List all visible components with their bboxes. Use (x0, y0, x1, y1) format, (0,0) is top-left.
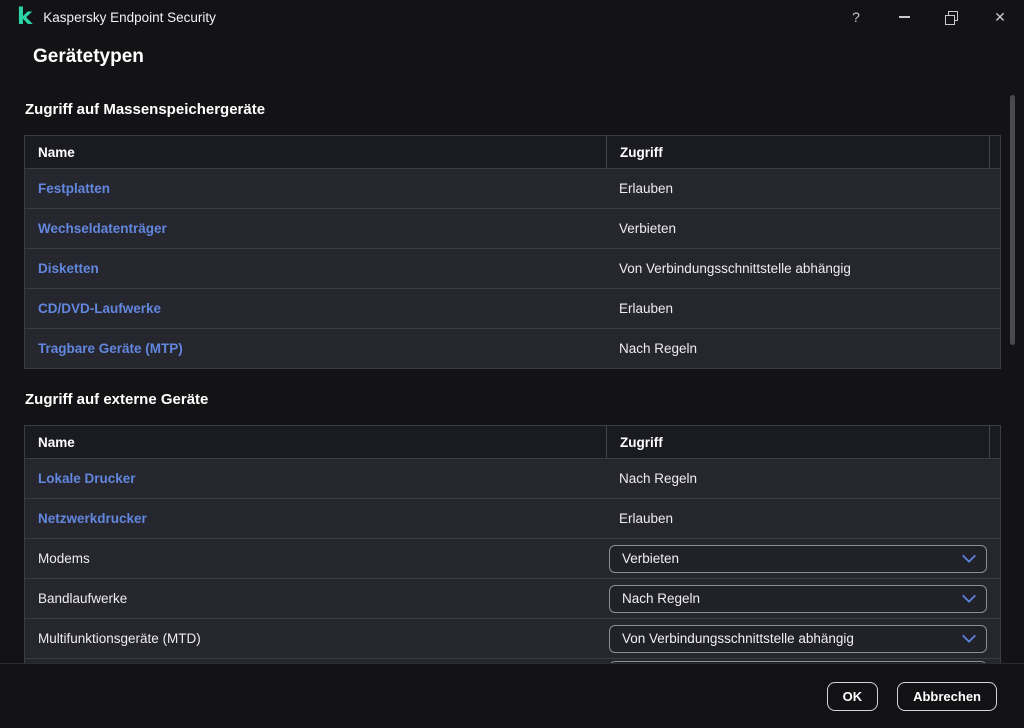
access-dropdown[interactable]: Von Verbindungsschnittstelle abhängig (609, 625, 987, 653)
section-heading-external-devices: Zugriff auf externe Geräte (25, 391, 208, 408)
app-title: Kaspersky Endpoint Security (43, 10, 216, 25)
external-devices-table: NameZugriff Lokale Drucker Nach Regeln Netz… (24, 425, 1001, 664)
help-button[interactable]: ? (832, 0, 880, 34)
device-name: Modems (38, 551, 90, 566)
table-row: Tragbare Geräte (MTP) Nach Regeln (25, 328, 1000, 368)
cancel-button[interactable]: Abbrechen (897, 682, 997, 711)
table-header: NameZugriff (25, 426, 1000, 459)
device-link[interactable]: Disketten (38, 261, 99, 276)
table-row: CD/DVD-Laufwerke Erlauben (25, 288, 1000, 328)
access-dropdown[interactable]: Nach Regeln (609, 585, 987, 613)
kaspersky-logo-icon: k (17, 7, 32, 27)
access-value: Verbieten (606, 221, 676, 236)
device-name: Multifunktionsgeräte (MTD) (38, 631, 201, 646)
column-header-name: Name (25, 136, 606, 168)
access-value: Erlauben (606, 301, 673, 316)
dialog-footer: OK Abbrechen (0, 663, 1024, 728)
device-name: Bandlaufwerke (38, 591, 127, 606)
chevron-down-icon (962, 549, 976, 563)
page-title: Gerätetypen (33, 46, 144, 68)
chevron-down-icon (962, 589, 976, 603)
table-row: Disketten Von Verbindungsschnittstelle ab… (25, 248, 1000, 288)
close-button[interactable]: ✕ (976, 0, 1024, 34)
section-heading-mass-storage: Zugriff auf Massenspeichergeräte (25, 101, 265, 118)
chevron-down-icon (962, 629, 976, 643)
access-value: Nach Regeln (606, 471, 697, 486)
table-row: Bandlaufwerke Nach Regeln (25, 578, 1000, 618)
table-row: Netzwerkdrucker Erlauben (25, 498, 1000, 538)
access-value: Erlauben (606, 181, 673, 196)
table-row: Multifunktionsgeräte (MTD) Von Verbindung… (25, 618, 1000, 658)
table-row: Lokale Drucker Nach Regeln (25, 459, 1000, 498)
dropdown-value: Verbieten (622, 551, 679, 566)
minimize-button[interactable] (880, 0, 928, 34)
access-value: Von Verbindungsschnittstelle abhängig (606, 261, 851, 276)
device-link[interactable]: Festplatten (38, 181, 110, 196)
device-link[interactable]: CD/DVD-Laufwerke (38, 301, 161, 316)
dropdown-value: Nach Regeln (622, 591, 700, 606)
scrollbar-thumb[interactable] (1010, 95, 1015, 345)
column-header-stub (989, 426, 1000, 458)
access-value: Erlauben (606, 511, 673, 526)
title-bar: k Kaspersky Endpoint Security ? ✕ (0, 0, 1024, 34)
table-row: Modems Verbieten (25, 538, 1000, 578)
column-header-access: Zugriff (606, 136, 989, 168)
window-controls: ? ✕ (832, 0, 1024, 34)
restore-icon (948, 11, 958, 21)
table-row: Wechseldatenträger Verbieten (25, 208, 1000, 248)
access-value: Nach Regeln (606, 341, 697, 356)
device-link[interactable]: Tragbare Geräte (MTP) (38, 341, 183, 356)
access-dropdown[interactable]: Verbieten (609, 545, 987, 573)
minimize-icon (899, 16, 910, 18)
table-header: NameZugriff (25, 136, 1000, 169)
column-header-stub (989, 136, 1000, 168)
column-header-name: Name (25, 426, 606, 458)
device-link[interactable]: Wechseldatenträger (38, 221, 167, 236)
table-row: Festplatten Erlauben (25, 169, 1000, 208)
column-header-access: Zugriff (606, 426, 989, 458)
restore-button[interactable] (928, 0, 976, 34)
device-link[interactable]: Lokale Drucker (38, 471, 136, 486)
device-link[interactable]: Netzwerkdrucker (38, 511, 147, 526)
ok-button[interactable]: OK (827, 682, 879, 711)
dropdown-value: Von Verbindungsschnittstelle abhängig (622, 631, 854, 646)
mass-storage-table: NameZugriff Festplatten Erlauben Wechseldat… (24, 135, 1001, 369)
